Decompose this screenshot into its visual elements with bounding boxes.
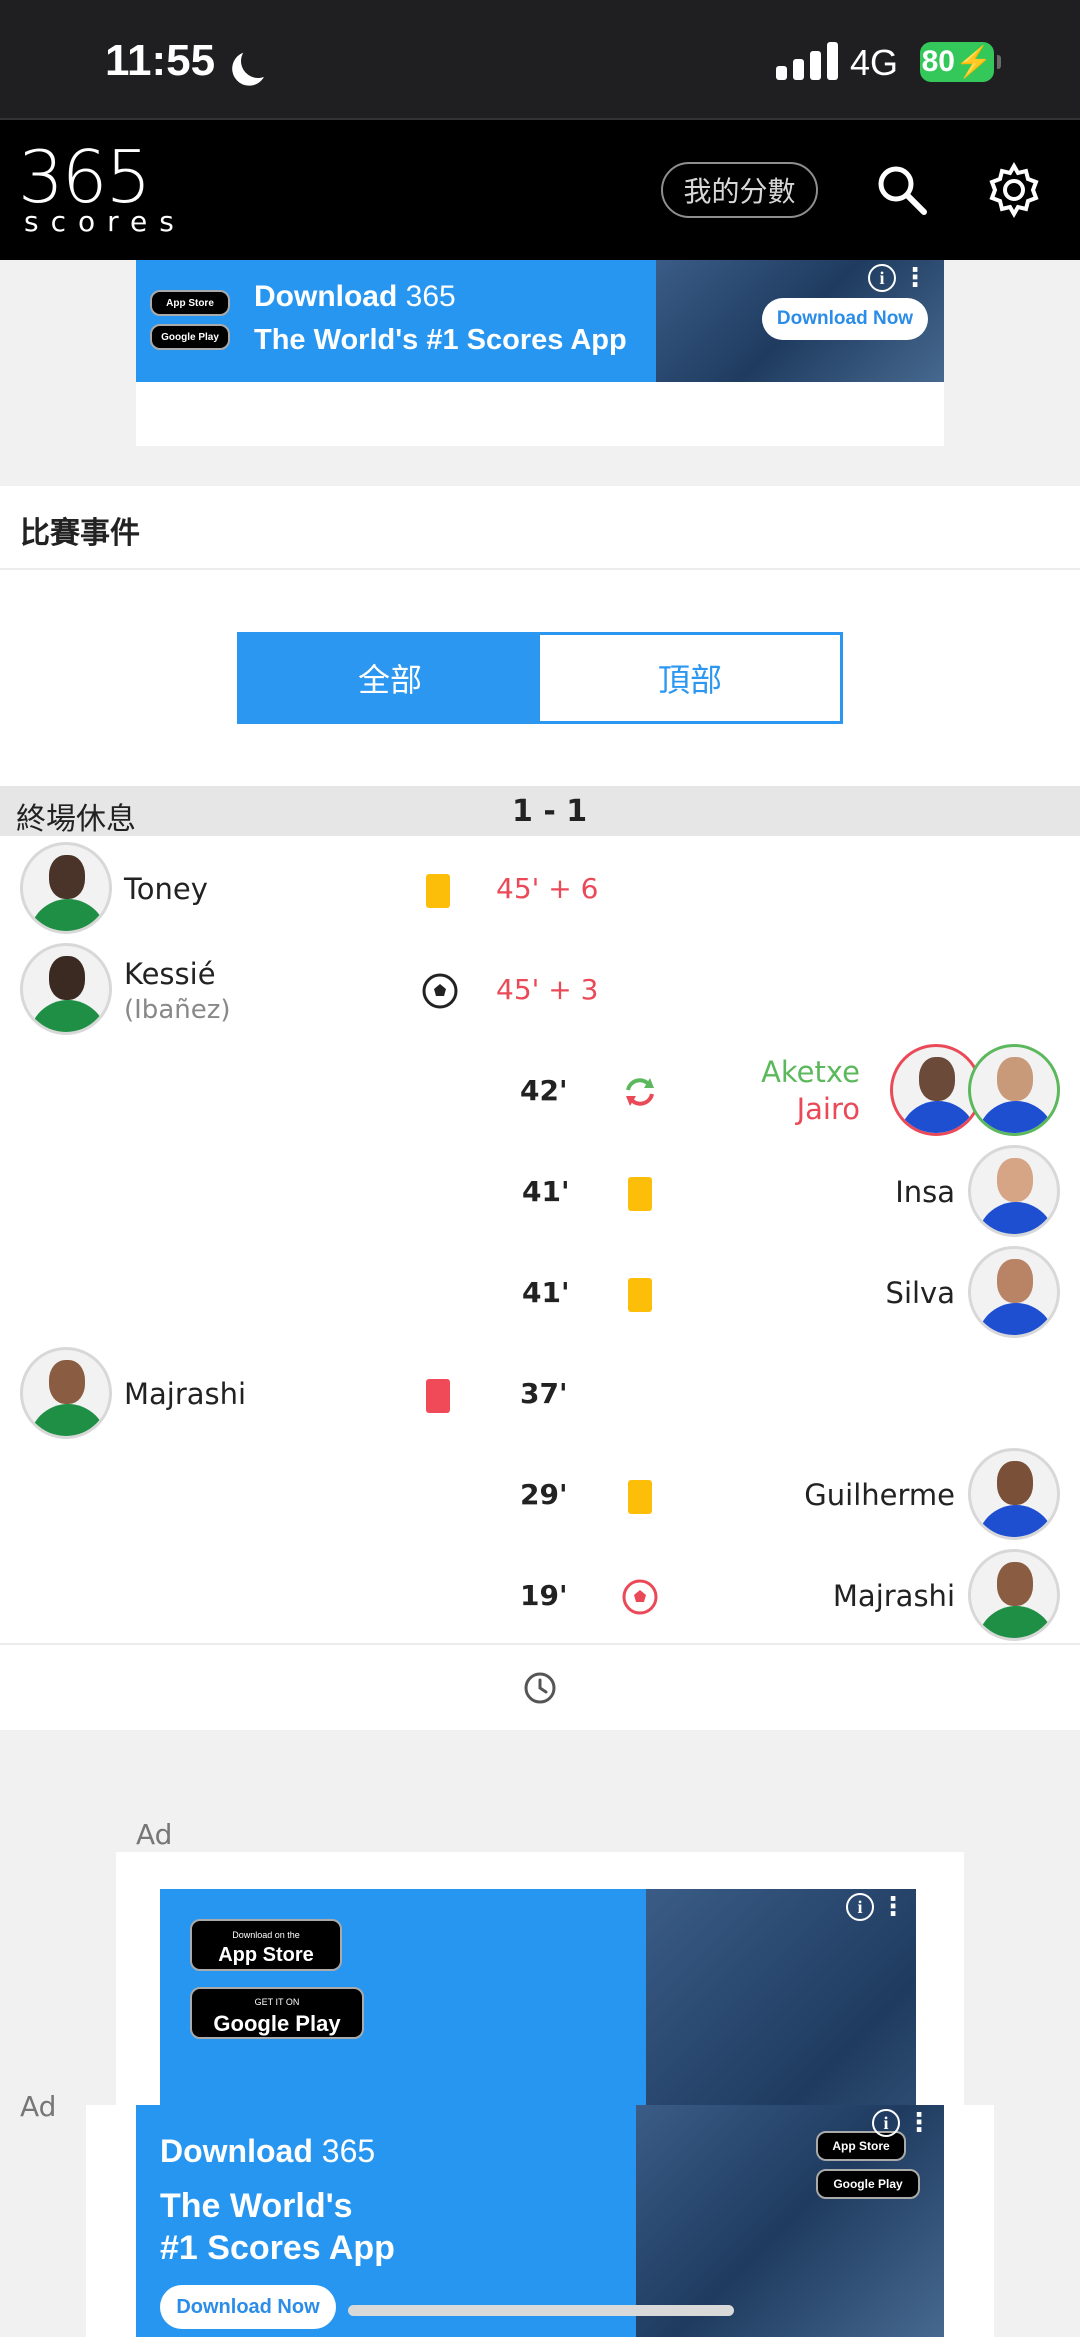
- ad-menu-icon[interactable]: ⋮: [902, 265, 928, 291]
- substitution-names[interactable]: Aketxe Jairo: [761, 1054, 860, 1128]
- event-minute: 42': [520, 1074, 568, 1107]
- event-row[interactable]: 41' Silva: [0, 1242, 1080, 1342]
- player-in-avatar[interactable]: [968, 1044, 1060, 1136]
- player-avatar[interactable]: [20, 943, 112, 1035]
- yellow-card-icon: [628, 1278, 652, 1312]
- player-name[interactable]: Majrashi: [833, 1579, 955, 1613]
- period-header: 終場休息 1 - 1: [0, 786, 1080, 837]
- app-logo[interactable]: 365 scores: [18, 141, 186, 236]
- player-name[interactable]: Toney: [124, 872, 208, 906]
- top-ad-banner[interactable]: App Store Google Play Download 365 The W…: [136, 260, 944, 382]
- match-events-card: 比賽事件 全部 頂部 終場休息 1 - 1 Toney 45' + 6 Kess…: [0, 486, 1080, 1730]
- player-name[interactable]: Silva: [886, 1276, 955, 1310]
- ad-info-icon[interactable]: i: [872, 2109, 900, 2137]
- event-row[interactable]: 19' Majrashi: [0, 1545, 1080, 1645]
- player-avatar[interactable]: [968, 1448, 1060, 1540]
- bottom-ad-2-banner[interactable]: Download 365 The World's #1 Scores App D…: [136, 2105, 944, 2337]
- event-row[interactable]: 29' Guilherme: [0, 1444, 1080, 1544]
- tab-all[interactable]: 全部: [240, 635, 540, 721]
- status-time: 11:55: [105, 36, 261, 86]
- moon-icon: [238, 41, 277, 80]
- events-filter-toggle: 全部 頂部: [237, 632, 843, 724]
- network-type: 4G: [850, 42, 899, 83]
- search-icon[interactable]: [872, 160, 932, 220]
- player-avatar[interactable]: [20, 1347, 112, 1439]
- ad-logo: 365: [321, 2133, 376, 2169]
- google-play-badge[interactable]: GET IT ON Google Play: [190, 1987, 364, 2039]
- player-out-name[interactable]: Jairo: [761, 1091, 860, 1128]
- ad-download-label: Download: [254, 280, 398, 313]
- status-bar: 11:55 4G 80 ⚡: [0, 0, 1080, 118]
- assist-name[interactable]: (Ibañez): [124, 995, 231, 1025]
- event-minute: 41': [522, 1276, 570, 1309]
- goal-ball-icon: [422, 973, 458, 1009]
- google-play-badge[interactable]: Google Play: [816, 2169, 920, 2199]
- clock-icon[interactable]: [522, 1670, 558, 1706]
- player-name[interactable]: Majrashi: [124, 1377, 246, 1411]
- event-minute: 41': [522, 1175, 570, 1208]
- bottom-ad-2[interactable]: Download 365 The World's #1 Scores App D…: [86, 2105, 994, 2337]
- app-store-badge[interactable]: App Store: [150, 290, 230, 316]
- home-indicator[interactable]: [348, 2305, 734, 2316]
- player-name[interactable]: Guilherme: [804, 1478, 955, 1512]
- player-name[interactable]: Insa: [895, 1175, 955, 1209]
- tab-top[interactable]: 頂部: [540, 635, 840, 721]
- app-header: 365 scores 我的分數: [0, 118, 1080, 260]
- battery-icon: 80 ⚡: [920, 42, 1001, 82]
- ad-logo: 365: [405, 280, 456, 313]
- event-row[interactable]: Majrashi 37': [0, 1343, 1080, 1443]
- gear-icon[interactable]: [984, 160, 1044, 220]
- ad-tagline: The World's #1 Scores App: [254, 324, 627, 356]
- player-in-name[interactable]: Aketxe: [761, 1054, 860, 1091]
- yellow-card-icon: [628, 1177, 652, 1211]
- ad-menu-icon[interactable]: ⋮: [906, 2110, 932, 2136]
- event-row[interactable]: 41' Insa: [0, 1141, 1080, 1241]
- player-avatar[interactable]: [968, 1549, 1060, 1641]
- event-minute: 45' + 6: [496, 872, 599, 905]
- ad-info-icon[interactable]: i: [846, 1893, 874, 1921]
- player-name[interactable]: Kessié (Ibañez): [124, 957, 231, 1025]
- ad-menu-icon[interactable]: ⋮: [880, 1894, 906, 1920]
- ad-download-now-button[interactable]: Download Now: [160, 2285, 336, 2329]
- period-score: 1 - 1: [512, 794, 588, 829]
- event-minute: 45' + 3: [496, 973, 599, 1006]
- app-store-badge[interactable]: Download on the App Store: [190, 1919, 342, 1971]
- google-play-badge[interactable]: Google Play: [150, 324, 230, 350]
- period-label: 終場休息: [16, 802, 136, 837]
- event-row[interactable]: 42' Aketxe Jairo: [0, 1040, 1080, 1140]
- event-minute: 37': [520, 1377, 568, 1410]
- red-card-icon: [426, 1379, 450, 1413]
- player-avatar[interactable]: [20, 842, 112, 934]
- yellow-card-icon: [628, 1480, 652, 1514]
- my-scores-button[interactable]: 我的分數: [661, 162, 818, 218]
- own-goal-icon: [622, 1579, 658, 1615]
- event-minute: 19': [520, 1579, 568, 1612]
- section-title: 比賽事件: [20, 516, 140, 551]
- player-avatar[interactable]: [968, 1246, 1060, 1338]
- ad-label: Ad: [136, 1818, 173, 1851]
- yellow-card-icon: [426, 874, 450, 908]
- divider: [0, 568, 1080, 570]
- scorer-name[interactable]: Kessié: [124, 957, 216, 991]
- substitution-icon: [626, 1078, 654, 1106]
- ad-download-now-button[interactable]: Download Now: [762, 298, 928, 340]
- divider: [0, 1643, 1080, 1645]
- ad-download-label: Download: [160, 2133, 313, 2169]
- ad-tagline: The World's #1 Scores App: [160, 2187, 395, 2267]
- event-minute: 29': [520, 1478, 568, 1511]
- player-avatar[interactable]: [968, 1145, 1060, 1237]
- ad-info-icon[interactable]: i: [868, 264, 896, 292]
- ad-label: Ad: [20, 2090, 57, 2123]
- top-ad[interactable]: App Store Google Play Download 365 The W…: [136, 260, 944, 446]
- event-row[interactable]: Kessié (Ibañez) 45' + 3: [0, 939, 1080, 1039]
- event-row[interactable]: Toney 45' + 6: [0, 838, 1080, 938]
- signal-icon: [776, 40, 838, 80]
